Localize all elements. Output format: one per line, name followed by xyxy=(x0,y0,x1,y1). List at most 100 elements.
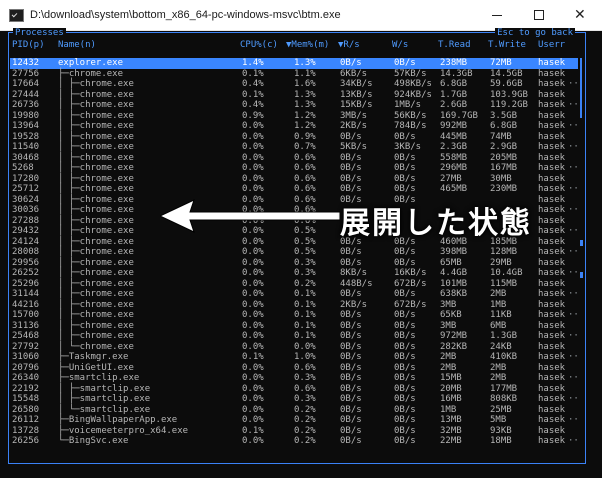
annotation-arrow-icon xyxy=(160,199,340,233)
panel-title: Processes xyxy=(13,28,66,39)
cell-tr: 445MB xyxy=(440,131,468,142)
table-row[interactable]: 27792 │ └─chrome.exe 0.0% 0.0% 0B/s 0B/s 282KB… xyxy=(10,342,578,353)
table-row[interactable]: 26340 ├─smartclip.exe 0.0% 0.3% 0B/s 0B/s 15MB… xyxy=(10,373,579,384)
column-header-user[interactable]: Userr xyxy=(538,40,565,51)
cell-tr: 238MB xyxy=(440,58,468,68)
cell-pid: 17664 xyxy=(12,79,40,89)
column-header-total-write[interactable]: T.Write xyxy=(488,40,526,51)
scroll-marker xyxy=(580,240,583,246)
cell-pid: 17280 xyxy=(12,173,40,184)
cell-tw: 808KB xyxy=(490,394,518,404)
overflow-indicator: ·· xyxy=(568,415,579,425)
table-row[interactable]: 26112 ├─BingWallpaperApp.exe 0.0% 0.2% 0B/s 0… xyxy=(10,415,579,426)
overflow-indicator: ·· xyxy=(568,142,579,152)
cell-user: hasek xyxy=(538,173,566,184)
cell-user: hasek xyxy=(538,425,566,436)
cell-pid: 27792 xyxy=(12,341,40,352)
overflow-indicator: ·· xyxy=(568,163,579,173)
close-button[interactable]: ✕ xyxy=(560,0,602,31)
table-row[interactable]: 13728 ├─voicemeeterpro_x64.exe 0.1% 0.2% 0B/… xyxy=(10,426,578,437)
window-title: D:\download\system\bottom_x86_64-pc-wind… xyxy=(30,9,341,21)
overflow-indicator: ·· xyxy=(568,394,579,404)
column-header-read-rate[interactable]: ▼R/s xyxy=(338,40,360,51)
cell-mem: 0.6% xyxy=(294,152,316,163)
table-row[interactable]: 17280 │ ├─chrome.exe 0.0% 0.6% 0B/s 0B/s 27MB 3… xyxy=(10,174,578,185)
cell-name: │ ├─chrome.exe xyxy=(58,142,134,152)
table-row[interactable]: 17664 │ ├─chrome.exe 0.4% 1.6% 34KB/s 498KB/s… xyxy=(10,79,579,90)
table-row[interactable]: 44216 │ ├─chrome.exe 0.0% 0.1% 2KB/s 672B/s 3M… xyxy=(10,300,578,311)
cell-name: │ ├─chrome.exe xyxy=(58,310,134,320)
cell-w: 56KB/s xyxy=(394,110,427,121)
scrollbar[interactable] xyxy=(580,58,583,458)
cell-mem: 0.2% xyxy=(294,278,316,289)
table-row[interactable]: 31060 ├─Taskmgr.exe 0.1% 1.0% 0B/s 0B/s 2MB 410… xyxy=(10,352,579,363)
cell-mem: 0.9% xyxy=(294,131,316,142)
table-row[interactable]: 27756 ├─chrome.exe 0.1% 1.1% 6KB/s 57KB/s 14.3… xyxy=(10,69,578,80)
cell-tr: 398MB xyxy=(440,247,468,257)
column-header-mem[interactable]: ▼Mem%(m) xyxy=(286,40,329,51)
column-header-cpu[interactable]: CPU%(c) xyxy=(240,40,278,51)
cell-pid: 24124 xyxy=(12,236,40,247)
table-row[interactable]: 31136 │ ├─chrome.exe 0.0% 0.1% 0B/s 0B/s 3MB 6M… xyxy=(10,321,578,332)
cell-w: 1MB/s xyxy=(394,100,422,110)
table-row[interactable]: 15548 │ ├─smartclip.exe 0.0% 0.3% 0B/s 0B/s 16… xyxy=(10,394,579,405)
table-row[interactable]: 20796 ├─UniGetUI.exe 0.0% 0.6% 0B/s 0B/s 2MB 2M… xyxy=(10,363,578,374)
cell-name: ├─smartclip.exe xyxy=(58,373,140,383)
table-row[interactable]: 31144 │ ├─chrome.exe 0.0% 0.1% 0B/s 0B/s 638KB… xyxy=(10,289,579,300)
cell-user: hasek xyxy=(538,110,566,121)
table-row[interactable]: 25296 │ ├─chrome.exe 0.0% 0.2% 448B/s 672B/s 1… xyxy=(10,279,578,290)
column-header-total-read[interactable]: T.Read xyxy=(438,40,471,51)
scroll-thumb[interactable] xyxy=(580,58,582,118)
cell-r: 15KB/s xyxy=(340,100,373,110)
cell-w: 0B/s xyxy=(394,383,416,394)
table-row[interactable]: 30468 │ ├─chrome.exe 0.0% 0.6% 0B/s 0B/s 558MB… xyxy=(10,153,578,164)
table-row[interactable]: 19980 │ ├─chrome.exe 0.9% 1.2% 3MB/s 56KB/s 16… xyxy=(10,111,578,122)
cell-r: 34KB/s xyxy=(340,79,373,89)
cell-tw: 5MB xyxy=(490,415,507,425)
table-row[interactable]: 26252 │ ├─chrome.exe 0.0% 0.3% 8KB/s 16KB/s 4.… xyxy=(10,268,579,279)
table-row[interactable]: 26580 │ └─smartclip.exe 0.0% 0.2% 0B/s 0B/s 1M… xyxy=(10,405,578,416)
table-row[interactable]: 15700 │ ├─chrome.exe 0.0% 0.1% 0B/s 0B/s 65KB 1… xyxy=(10,310,579,321)
table-row[interactable]: 13964 │ ├─chrome.exe 0.0% 1.2% 2KB/s 784B/s 99… xyxy=(10,121,579,132)
table-row[interactable]: 25712 │ ├─chrome.exe 0.0% 0.6% 0B/s 0B/s 465MB… xyxy=(10,184,579,195)
table-row[interactable]: 19528 │ ├─chrome.exe 0.0% 0.9% 0B/s 0B/s 445MB… xyxy=(10,132,578,143)
cell-pid: 22192 xyxy=(12,383,40,394)
scroll-marker xyxy=(580,272,583,278)
table-row[interactable]: 22192 │ ├─smartclip.exe 0.0% 0.6% 0B/s 0B/s 20… xyxy=(10,384,578,395)
terminal-content[interactable]: Processes Esc to go back PID(p) Name(n) … xyxy=(8,28,588,468)
cell-r: 0B/s xyxy=(340,163,362,173)
column-header-write-rate[interactable]: W/s xyxy=(392,40,408,51)
cell-cpu: 0.0% xyxy=(242,257,264,268)
cell-w: 0B/s xyxy=(394,310,416,320)
table-row[interactable]: 5268 │ ├─chrome.exe 0.0% 0.6% 0B/s 0B/s 296MB 1… xyxy=(10,163,579,174)
column-header-name[interactable]: Name(n) xyxy=(58,40,96,51)
cell-name: ├─UniGetUI.exe xyxy=(58,362,134,373)
table-row[interactable]: 25468 │ ├─chrome.exe 0.0% 0.1% 0B/s 0B/s 972MB… xyxy=(10,331,579,342)
table-row[interactable]: 27444 │ ├─chrome.exe 0.1% 1.3% 13KB/s 924KB/s… xyxy=(10,90,578,101)
cell-pid: 28008 xyxy=(12,247,40,257)
cell-tr: 2MB xyxy=(440,362,457,373)
cell-tw: 205MB xyxy=(490,152,518,163)
cell-pid: 13964 xyxy=(12,121,40,131)
title-bar[interactable]: D:\download\system\bottom_x86_64-pc-wind… xyxy=(0,0,602,31)
cell-name: └─BingSvc.exe xyxy=(58,436,129,446)
table-row[interactable]: 11540 │ ├─chrome.exe 0.0% 0.7% 5KB/s 3KB/s 2.3… xyxy=(10,142,579,153)
cell-tw: 6MB xyxy=(490,320,507,331)
cell-user: hasek xyxy=(538,331,566,341)
table-row[interactable]: 26256 └─BingSvc.exe 0.0% 0.2% 0B/s 0B/s 22MB 18… xyxy=(10,436,579,447)
column-header-pid[interactable]: PID(p) xyxy=(12,40,45,51)
cell-r: 0B/s xyxy=(340,415,362,425)
cell-mem: 0.1% xyxy=(294,310,316,320)
overflow-indicator: ·· xyxy=(568,184,579,194)
cell-name: ├─Taskmgr.exe xyxy=(58,352,129,362)
minimize-button[interactable] xyxy=(476,0,518,31)
process-list: 12432 explorer.exe 1.4% 1.3% 0B/s 0B/s 238MB 72… xyxy=(10,58,579,447)
table-row[interactable]: 26736 │ ├─chrome.exe 0.4% 1.3% 15KB/s 1MB/s 2.… xyxy=(10,100,579,111)
panel-hint: Esc to go back xyxy=(495,28,575,39)
table-row[interactable]: 29956 │ ├─chrome.exe 0.0% 0.3% 0B/s 0B/s 65MB 2… xyxy=(10,258,578,269)
overflow-indicator: ·· xyxy=(568,289,579,299)
maximize-button[interactable] xyxy=(518,0,560,31)
table-row[interactable]: 28008 │ ├─chrome.exe 0.0% 0.5% 0B/s 0B/s 398MB… xyxy=(10,247,579,258)
table-row[interactable]: 12432 explorer.exe 1.4% 1.3% 0B/s 0B/s 238MB 72… xyxy=(10,58,578,69)
cell-name: │ ├─chrome.exe xyxy=(58,257,134,268)
